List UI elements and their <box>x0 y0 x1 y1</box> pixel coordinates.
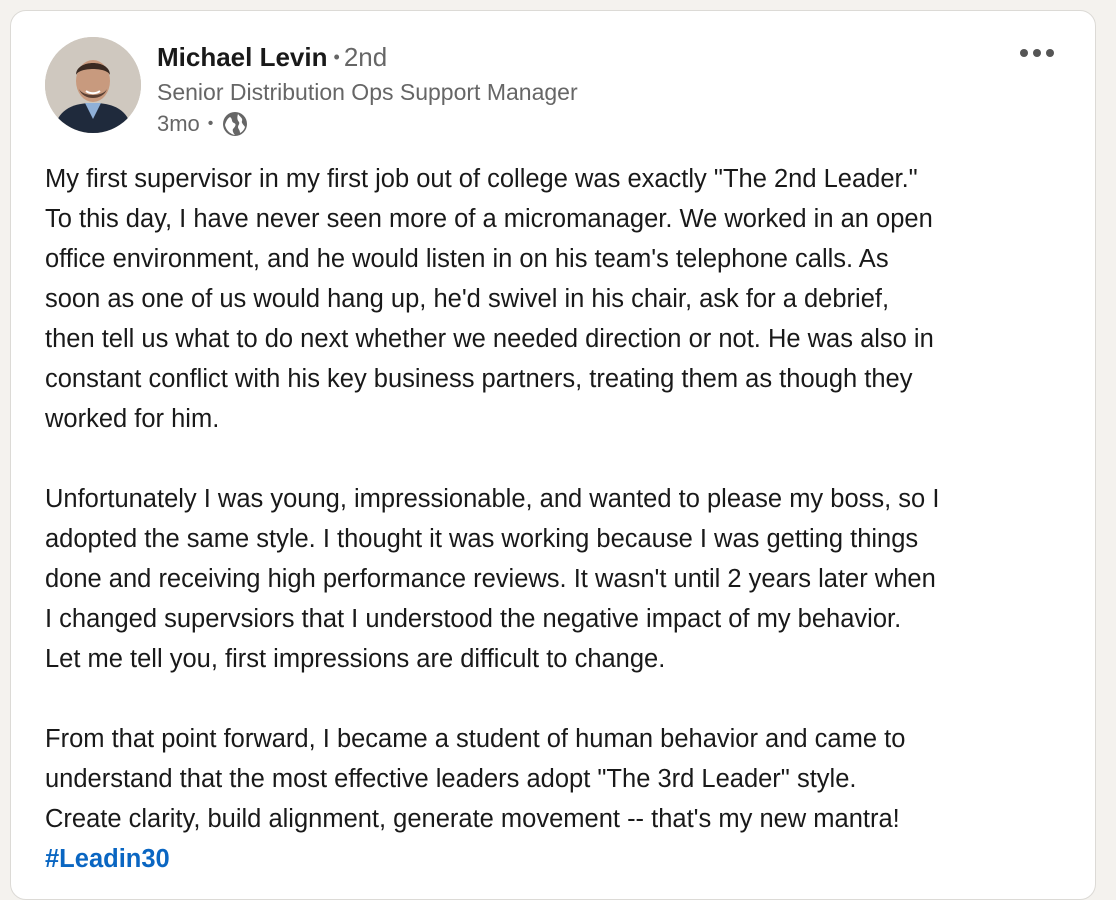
post-line: understand that the most effective leade… <box>45 765 857 793</box>
author-name[interactable]: Michael Levin <box>157 42 328 72</box>
post-paragraph: From that point forward, I became a stud… <box>45 719 1075 879</box>
post-line: I changed supervsiors that I understood … <box>45 605 902 633</box>
more-dot <box>1033 49 1041 57</box>
post-card: Michael Levin • 2nd Senior Distribution Op… <box>10 10 1096 900</box>
post-line: To this day, I have never seen more of a… <box>45 205 933 233</box>
more-options-icon[interactable] <box>1013 41 1061 65</box>
post-paragraph: My first supervisor in my first job out … <box>45 159 1075 439</box>
post-line: office environment, and he would listen … <box>45 245 889 273</box>
profile-photo <box>45 37 141 133</box>
post-line: done and receiving high performance revi… <box>45 565 936 593</box>
connection-degree: 2nd <box>343 42 388 72</box>
post-line: My first supervisor in my first job out … <box>45 165 918 193</box>
post-line: Unfortunately I was young, impressionabl… <box>45 485 940 513</box>
post-line: Let me tell you, first impressions are d… <box>45 645 666 673</box>
author-headline: Senior Distribution Ops Support Manager <box>157 79 578 105</box>
separator-dot: • <box>333 47 340 67</box>
more-dot <box>1020 49 1028 57</box>
post-line: adopted the same style. I thought it was… <box>45 525 919 553</box>
hashtag-link[interactable]: #Leadin30 <box>45 839 1075 879</box>
post-line: then tell us what to do next whether we … <box>45 325 934 353</box>
post-paragraph: Unfortunately I was young, impressionabl… <box>45 479 1075 679</box>
post-line: constant conflict with his key business … <box>45 365 913 393</box>
post-meta: 3mo • <box>157 110 249 138</box>
more-dot <box>1046 49 1054 57</box>
post-body: My first supervisor in my first job out … <box>45 159 1075 879</box>
post-line: Create clarity, build alignment, generat… <box>45 805 900 833</box>
separator-dot: • <box>207 115 214 132</box>
post-time: 3mo <box>157 111 200 136</box>
globe-icon <box>221 110 249 138</box>
post-line: worked for him. <box>45 405 220 433</box>
post-line: From that point forward, I became a stud… <box>45 725 906 753</box>
avatar[interactable] <box>45 37 141 133</box>
post-line: soon as one of us would hang up, he'd sw… <box>45 285 890 313</box>
author-name-row: Michael Levin • 2nd <box>157 41 387 73</box>
